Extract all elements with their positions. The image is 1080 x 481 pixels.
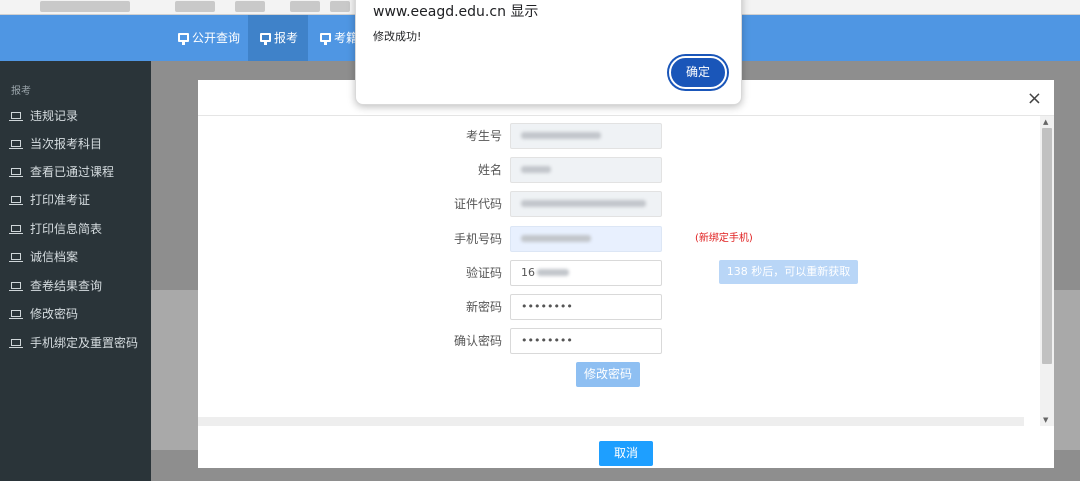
nav-item-public-query[interactable]: 公开查询: [170, 15, 248, 61]
monitor-icon: [178, 33, 189, 45]
verification-code-input[interactable]: 16: [510, 260, 662, 286]
new-password-label: 新密码: [465, 300, 502, 314]
redacted-value: [521, 199, 646, 207]
laptop-icon: [9, 252, 23, 262]
name-field: [510, 157, 662, 183]
exam-no-label: 考生号: [465, 129, 502, 143]
code-label: 验证码: [465, 266, 502, 280]
redacted-value: [521, 165, 551, 173]
modal-form-body: 考生号 姓名 证件代码 手机号码 (新绑定手机) 验证码 16 138 秒后，可…: [198, 116, 1039, 418]
phone-hint: (新绑定手机): [695, 233, 753, 244]
bookmark-item[interactable]: [235, 1, 265, 12]
sidebar-item-print-summary[interactable]: 打印信息简表: [9, 219, 103, 239]
scroll-down-icon[interactable]: ▼: [1043, 416, 1048, 424]
sidebar-item-label: 查看已通过课程: [30, 165, 115, 179]
sidebar-item-integrity-file[interactable]: 诚信档案: [9, 247, 79, 267]
change-password-modal: × 考生号 姓名 证件代码 手机号码 (新绑定手机) 验证码 16 138 秒后…: [198, 80, 1054, 468]
redacted-value: [521, 131, 601, 139]
resend-code-button[interactable]: 138 秒后，可以重新获取: [719, 260, 858, 284]
redacted-value: [521, 234, 591, 242]
sidebar-item-label: 打印信息简表: [30, 222, 103, 236]
laptop-icon: [9, 167, 23, 177]
laptop-icon: [9, 195, 23, 205]
sidebar-item-violation-records[interactable]: 违规记录: [9, 106, 79, 126]
confirm-password-input[interactable]: ••••••••: [510, 328, 662, 354]
form-row-confirm-password: 确认密码 ••••••••: [198, 328, 1039, 354]
form-row-phone: 手机号码 (新绑定手机): [198, 226, 1039, 252]
sidebar-item-passed-courses[interactable]: 查看已通过课程: [9, 162, 115, 182]
nav-label: 公开查询: [192, 31, 241, 45]
form-row-id-code: 证件代码: [198, 191, 1039, 217]
sidebar-item-label: 修改密码: [30, 307, 79, 321]
nav-item-exam-registration[interactable]: 报考: [248, 15, 308, 61]
sidebar-item-label: 违规记录: [30, 109, 79, 123]
id-code-label: 证件代码: [453, 197, 502, 211]
sidebar-item-current-subjects[interactable]: 当次报考科目: [9, 134, 103, 154]
nav-label: 报考: [274, 31, 299, 45]
alert-origin: www.eeagd.edu.cn 显示: [373, 4, 539, 20]
close-icon[interactable]: ×: [1027, 90, 1042, 108]
form-row-exam-no: 考生号: [198, 123, 1039, 149]
redacted-value: [537, 268, 569, 276]
new-password-input[interactable]: ••••••••: [510, 294, 662, 320]
sidebar-item-print-admission[interactable]: 打印准考证: [9, 190, 91, 210]
sidebar-item-phone-binding[interactable]: 手机绑定及重置密码: [9, 333, 139, 353]
alert-ok-button[interactable]: 确定: [669, 56, 727, 89]
sidebar-item-label: 当次报考科目: [30, 137, 103, 151]
phone-label: 手机号码: [453, 232, 502, 246]
bookmark-item[interactable]: [330, 1, 350, 12]
confirm-password-label: 确认密码: [453, 334, 502, 348]
alert-message: 修改成功!: [373, 30, 422, 43]
form-row-name: 姓名: [198, 157, 1039, 183]
laptop-icon: [9, 139, 23, 149]
id-code-field: [510, 191, 662, 217]
laptop-icon: [9, 111, 23, 121]
form-row-new-password: 新密码 ••••••••: [198, 294, 1039, 320]
sidebar-item-label: 查卷结果查询: [30, 279, 103, 293]
laptop-icon: [9, 281, 23, 291]
sidebar: 报考 违规记录 当次报考科目 查看已通过课程 打印准考证 打印信息简表 诚信档案…: [0, 61, 151, 481]
scroll-up-icon[interactable]: ▲: [1043, 118, 1048, 126]
nav-item-student-records[interactable]: 考籍: [310, 15, 355, 61]
monitor-icon: [320, 33, 331, 45]
sidebar-item-paper-review[interactable]: 查卷结果查询: [9, 276, 103, 296]
name-label: 姓名: [477, 163, 502, 177]
monitor-icon: [260, 33, 271, 45]
bookmark-item[interactable]: [290, 1, 320, 12]
form-row-code: 验证码 16 138 秒后，可以重新获取: [198, 260, 1039, 286]
sidebar-item-label: 打印准考证: [30, 193, 91, 207]
scrollbar-thumb[interactable]: [1042, 128, 1052, 364]
vertical-scrollbar[interactable]: ▲ ▼: [1040, 116, 1054, 426]
horizontal-scrollbar[interactable]: [198, 417, 1024, 426]
nav-label: 考籍: [334, 31, 355, 45]
sidebar-item-label: 诚信档案: [30, 250, 79, 264]
bookmark-item[interactable]: [175, 1, 215, 12]
laptop-icon: [9, 224, 23, 234]
browser-alert-dialog: www.eeagd.edu.cn 显示 修改成功! 确定: [355, 0, 742, 105]
cancel-button[interactable]: 取消: [599, 441, 653, 466]
sidebar-item-label: 手机绑定及重置密码: [30, 336, 139, 350]
laptop-icon: [9, 338, 23, 348]
sidebar-section-title: 报考: [11, 86, 31, 97]
bookmark-item[interactable]: [40, 1, 130, 12]
code-value: 16: [521, 266, 535, 279]
sidebar-item-change-password[interactable]: 修改密码: [9, 304, 79, 324]
exam-no-field: [510, 123, 662, 149]
change-password-button[interactable]: 修改密码: [576, 362, 640, 387]
laptop-icon: [9, 309, 23, 319]
phone-field[interactable]: [510, 226, 662, 252]
